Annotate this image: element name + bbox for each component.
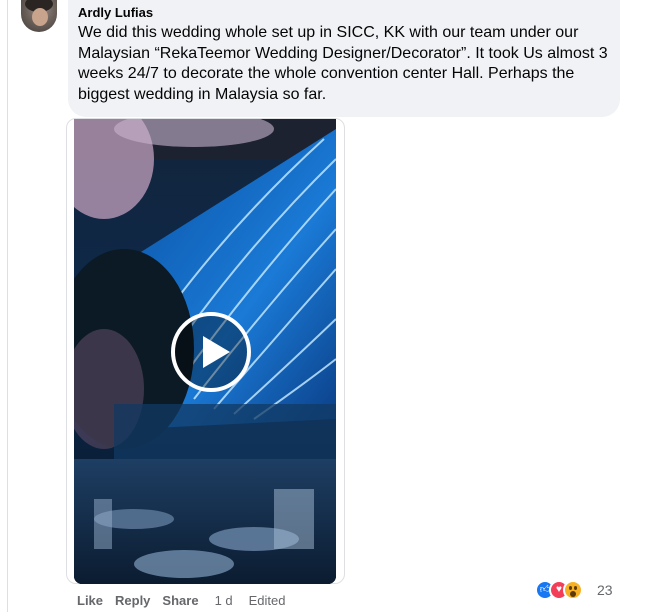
comment-bubble: Ardly Lufias We did this wedding whole s… [68,0,620,117]
video-thumbnail[interactable] [74,119,336,584]
left-border [0,0,8,612]
wow-reaction-icon [563,580,583,600]
video-attachment[interactable] [66,118,345,584]
timestamp[interactable]: 1 d [215,593,233,608]
comment-text: We did this wedding whole set up in SICC… [78,24,608,103]
edited-label: Edited [248,592,286,608]
play-icon [203,336,230,368]
like-button[interactable]: Like [77,593,103,608]
comment-actions: Like Reply Share 1 d Edited [77,591,286,609]
play-button[interactable] [171,312,251,392]
avatar-face [32,8,48,26]
comment-author[interactable]: Ardly Lufias [78,5,608,21]
reactions-summary[interactable]: 👍︎ ♥ 23 [535,578,615,602]
share-button[interactable]: Share [162,593,198,608]
avatar[interactable] [21,0,57,32]
reply-button[interactable]: Reply [115,593,150,608]
reaction-count: 23 [597,582,613,598]
